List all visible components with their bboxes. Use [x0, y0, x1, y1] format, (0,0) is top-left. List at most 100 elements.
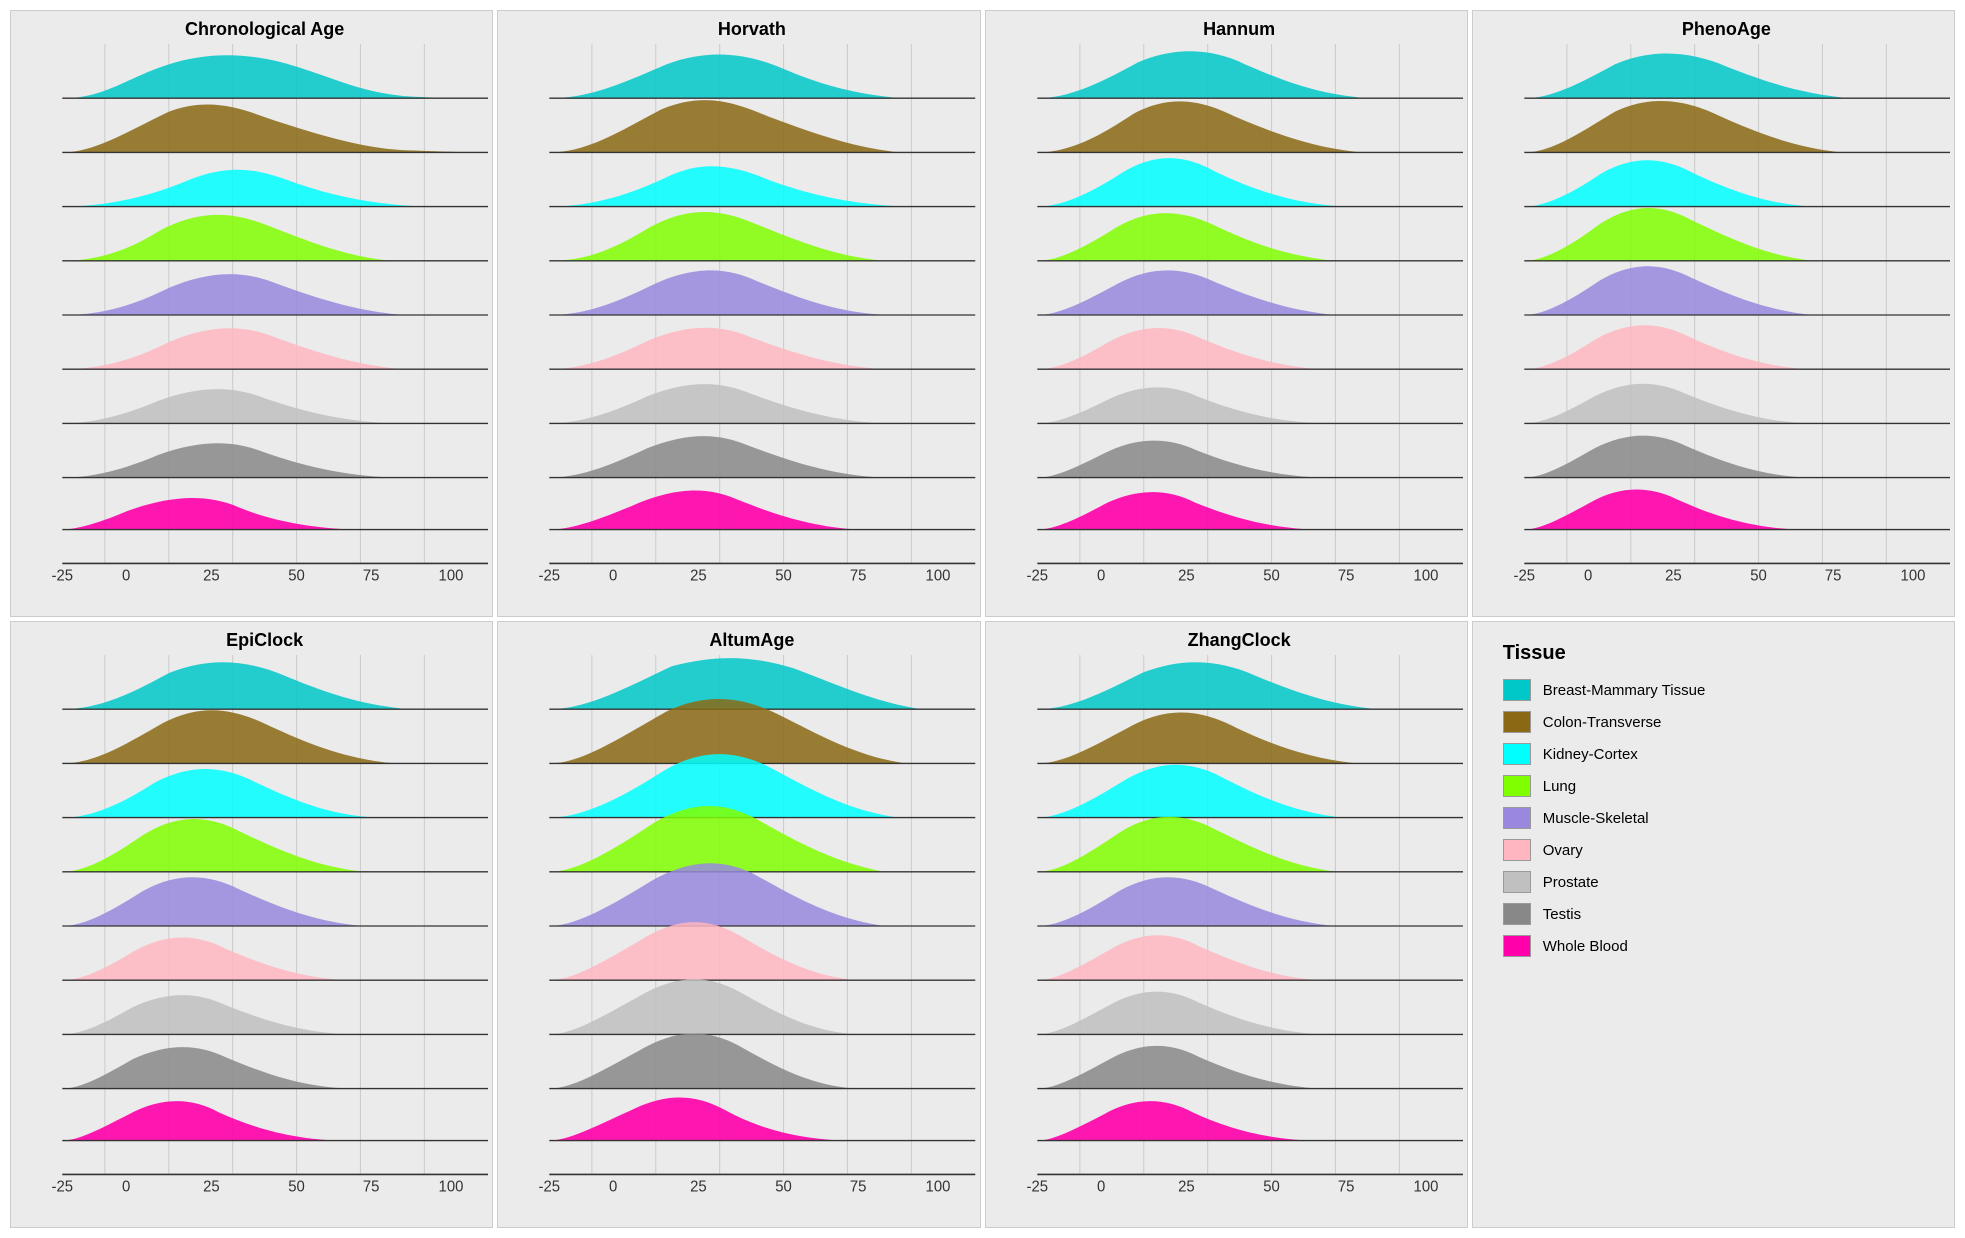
svg-text:100: 100 [439, 567, 464, 584]
svg-text:75: 75 [1337, 1178, 1354, 1195]
svg-text:50: 50 [1750, 567, 1767, 584]
svg-text:-25: -25 [539, 567, 561, 584]
svg-epiclock: -25 0 25 50 75 100 Years [41, 655, 488, 1197]
legend-item-prostate: Prostate [1503, 871, 1934, 893]
chart-zhangclock: ZhangClock [985, 621, 1468, 1228]
legend-label-colon: Colon-Transverse [1543, 714, 1662, 731]
svg-chronological-age: -25 0 25 50 75 100 Years [41, 44, 488, 586]
svg-text:-25: -25 [52, 567, 74, 584]
svg-text:50: 50 [776, 567, 793, 584]
legend-label-kidney: Kidney-Cortex [1543, 746, 1638, 763]
svg-text:75: 75 [850, 1178, 867, 1195]
legend-item-kidney: Kidney-Cortex [1503, 743, 1934, 765]
legend-title: Tissue [1503, 642, 1934, 665]
svg-text:25: 25 [1178, 567, 1195, 584]
legend-color-kidney [1503, 743, 1531, 765]
legend-label-muscle: Muscle-Skeletal [1543, 810, 1649, 827]
svg-horvath: -25 0 25 50 75 100 Years [528, 44, 975, 586]
legend-item-wholeblood: Whole Blood [1503, 935, 1934, 957]
svg-text:50: 50 [288, 567, 305, 584]
legend-color-muscle [1503, 807, 1531, 829]
svg-phenoage: -25 0 25 50 75 100 Years [1503, 44, 1950, 586]
legend-label-prostate: Prostate [1543, 874, 1599, 891]
svg-text:-25: -25 [1026, 567, 1048, 584]
svg-text:100: 100 [926, 1178, 951, 1195]
svg-text:50: 50 [288, 1178, 305, 1195]
svg-text:75: 75 [363, 1178, 380, 1195]
chart-title-chronological-age: Chronological Age [185, 19, 344, 40]
chart-horvath: Horvath [497, 10, 980, 617]
chart-title-altumage: AltumAge [709, 630, 794, 651]
legend-color-breast [1503, 679, 1531, 701]
svg-text:25: 25 [1178, 1178, 1195, 1195]
legend-label-breast: Breast-Mammary Tissue [1543, 682, 1706, 699]
chart-title-horvath: Horvath [718, 19, 786, 40]
svg-text:-25: -25 [1513, 567, 1535, 584]
chart-epiclock: EpiClock [10, 621, 493, 1228]
chart-area-epiclock: -25 0 25 50 75 100 Years [41, 655, 488, 1197]
svg-text:75: 75 [850, 567, 867, 584]
svg-text:-25: -25 [1026, 1178, 1048, 1195]
svg-text:100: 100 [1413, 1178, 1438, 1195]
legend-item-testis: Testis [1503, 903, 1934, 925]
legend-color-prostate [1503, 871, 1531, 893]
svg-text:75: 75 [1825, 567, 1842, 584]
chart-area-zhangclock: -25 0 25 50 75 100 Years [1016, 655, 1463, 1197]
chart-area-horvath: -25 0 25 50 75 100 Years [528, 44, 975, 586]
svg-text:100: 100 [439, 1178, 464, 1195]
legend-color-wholeblood [1503, 935, 1531, 957]
svg-text:0: 0 [122, 567, 130, 584]
legend-color-ovary [1503, 839, 1531, 861]
svg-text:0: 0 [1097, 567, 1105, 584]
legend-color-testis [1503, 903, 1531, 925]
legend-label-ovary: Ovary [1543, 842, 1583, 859]
chart-title-epiclock: EpiClock [226, 630, 303, 651]
legend-item-breast: Breast-Mammary Tissue [1503, 679, 1934, 701]
legend-color-colon [1503, 711, 1531, 733]
svg-text:0: 0 [1584, 567, 1592, 584]
svg-text:100: 100 [1413, 567, 1438, 584]
chart-area-chronological-age: -25 0 25 50 75 100 Years [41, 44, 488, 586]
svg-text:75: 75 [363, 567, 380, 584]
chart-title-zhangclock: ZhangClock [1188, 630, 1291, 651]
svg-text:-25: -25 [52, 1178, 74, 1195]
legend-item-lung: Lung [1503, 775, 1934, 797]
svg-text:25: 25 [690, 567, 707, 584]
chart-area-altumage: -25 0 25 50 75 100 Years [528, 655, 975, 1197]
chart-altumage: AltumAge [497, 621, 980, 1228]
legend-label-testis: Testis [1543, 906, 1581, 923]
chart-chronological-age: Chronological Age [10, 10, 493, 617]
svg-text:0: 0 [1097, 1178, 1105, 1195]
svg-text:75: 75 [1337, 567, 1354, 584]
legend-item-muscle: Muscle-Skeletal [1503, 807, 1934, 829]
legend-color-lung [1503, 775, 1531, 797]
svg-zhangclock: -25 0 25 50 75 100 Years [1016, 655, 1463, 1197]
svg-text:100: 100 [926, 567, 951, 584]
svg-text:50: 50 [776, 1178, 793, 1195]
svg-text:50: 50 [1263, 1178, 1280, 1195]
svg-altumage: -25 0 25 50 75 100 Years [528, 655, 975, 1197]
svg-text:100: 100 [1900, 567, 1925, 584]
svg-text:25: 25 [203, 567, 220, 584]
legend-label-wholeblood: Whole Blood [1543, 938, 1628, 955]
svg-text:25: 25 [203, 1178, 220, 1195]
legend-item-ovary: Ovary [1503, 839, 1934, 861]
svg-text:-25: -25 [539, 1178, 561, 1195]
legend-panel: Tissue Breast-Mammary Tissue Colon-Trans… [1472, 621, 1955, 1228]
chart-title-hannum: Hannum [1203, 19, 1275, 40]
svg-hannum: -25 0 25 50 75 100 Years [1016, 44, 1463, 586]
chart-phenoage: PhenoAge [1472, 10, 1955, 617]
chart-hannum: Hannum [985, 10, 1468, 617]
svg-text:0: 0 [609, 1178, 617, 1195]
legend-item-colon: Colon-Transverse [1503, 711, 1934, 733]
svg-text:0: 0 [609, 567, 617, 584]
chart-area-phenoage: -25 0 25 50 75 100 Years [1503, 44, 1950, 586]
svg-text:50: 50 [1263, 567, 1280, 584]
legend-label-lung: Lung [1543, 778, 1576, 795]
svg-text:0: 0 [122, 1178, 130, 1195]
main-container: Chronological Age [0, 0, 1965, 1238]
svg-text:25: 25 [690, 1178, 707, 1195]
chart-title-phenoage: PhenoAge [1682, 19, 1771, 40]
chart-area-hannum: -25 0 25 50 75 100 Years [1016, 44, 1463, 586]
svg-text:25: 25 [1665, 567, 1682, 584]
